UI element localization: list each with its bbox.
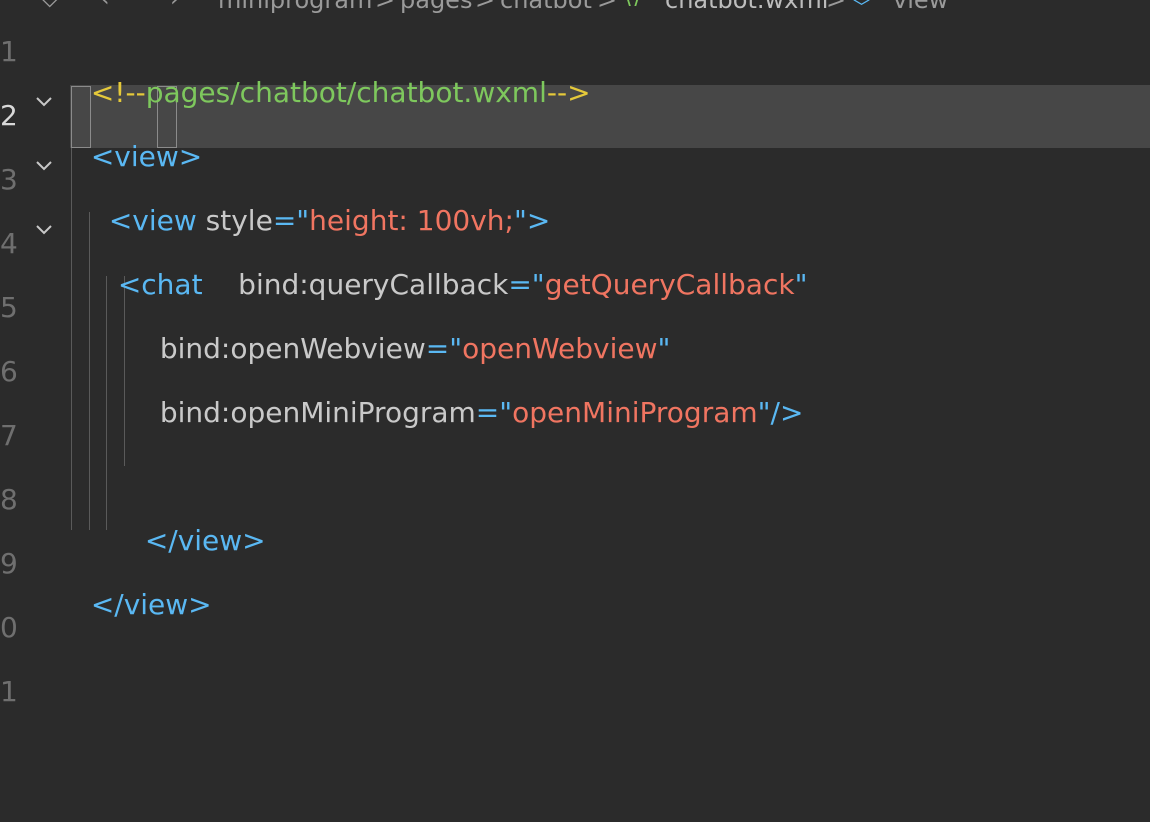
breadcrumb-item-miniprogram[interactable]: miniprogram xyxy=(218,0,372,14)
equals-sign: = xyxy=(475,396,500,429)
fold-chevron-icon[interactable] xyxy=(34,220,54,240)
back-arrow-icon[interactable]: ‹ xyxy=(100,0,110,12)
code-line-2[interactable]: <view> xyxy=(73,97,202,173)
code-line-3[interactable]: <view style="height: 100vh;"> xyxy=(91,161,551,237)
comment-close: --> xyxy=(546,76,591,109)
breadcrumb-item-file[interactable]: chatbot.wxml xyxy=(665,0,828,14)
comment-text: pages/chatbot/chatbot.wxml xyxy=(145,76,547,109)
indent-guide xyxy=(71,148,72,530)
breadcrumb: ⛉ ‹ › miniprogram > pages > chatbot > ⟨⟩… xyxy=(0,0,1150,20)
fold-chevron-icon[interactable] xyxy=(34,92,54,112)
quote: " xyxy=(757,396,771,429)
breadcrumb-separator: > xyxy=(375,0,396,14)
breadcrumb-separator: > xyxy=(597,0,618,14)
code-line-9[interactable]: </view> xyxy=(73,545,212,621)
code-line-8[interactable]: </view> xyxy=(127,481,266,557)
line-number-active: 2 xyxy=(0,99,18,132)
breadcrumb-separator: > xyxy=(826,0,847,14)
forward-arrow-icon[interactable]: › xyxy=(170,0,180,12)
line-number: 3 xyxy=(0,163,18,196)
breadcrumb-item-pages[interactable]: pages xyxy=(400,0,472,14)
closing-tag: </view> xyxy=(90,588,212,621)
bookmark-icon[interactable]: ⛉ xyxy=(40,0,60,15)
line-number: 4 xyxy=(0,227,18,260)
tag-self-close: /> xyxy=(770,396,804,429)
indent-guide xyxy=(89,212,90,530)
code-line-6[interactable]: bind:openMiniProgram="openMiniProgram"/> xyxy=(142,353,804,429)
attribute-value: openMiniProgram xyxy=(512,396,758,429)
line-number: 0 xyxy=(0,611,18,644)
line-number: 6 xyxy=(0,355,18,388)
line-number: 5 xyxy=(0,291,18,324)
code-line-5[interactable]: bind:openWebview="openWebview" xyxy=(142,289,671,365)
line-number: 1 xyxy=(0,675,18,708)
code-line-1[interactable]: <!--pages/chatbot/chatbot.wxml--> xyxy=(73,33,591,109)
breadcrumb-item-chatbot[interactable]: chatbot xyxy=(500,0,592,14)
wxml-file-icon: ⟨⟩ xyxy=(624,0,641,9)
breadcrumb-item-view[interactable]: view xyxy=(893,0,948,14)
element-cube-icon: ⬡ xyxy=(852,0,871,9)
line-number: 9 xyxy=(0,547,18,580)
line-number: 1 xyxy=(0,35,18,68)
line-number: 7 xyxy=(0,419,18,452)
attribute-name: bind:openMiniProgram xyxy=(159,396,476,429)
quote: " xyxy=(794,268,808,301)
quote: " xyxy=(499,396,513,429)
breadcrumb-separator: > xyxy=(475,0,496,14)
line-number: 8 xyxy=(0,483,18,516)
code-line-4[interactable]: <chat bind:queryCallback="getQueryCallba… xyxy=(100,225,808,301)
indent-guide xyxy=(106,276,107,530)
fold-chevron-icon[interactable] xyxy=(34,156,54,176)
